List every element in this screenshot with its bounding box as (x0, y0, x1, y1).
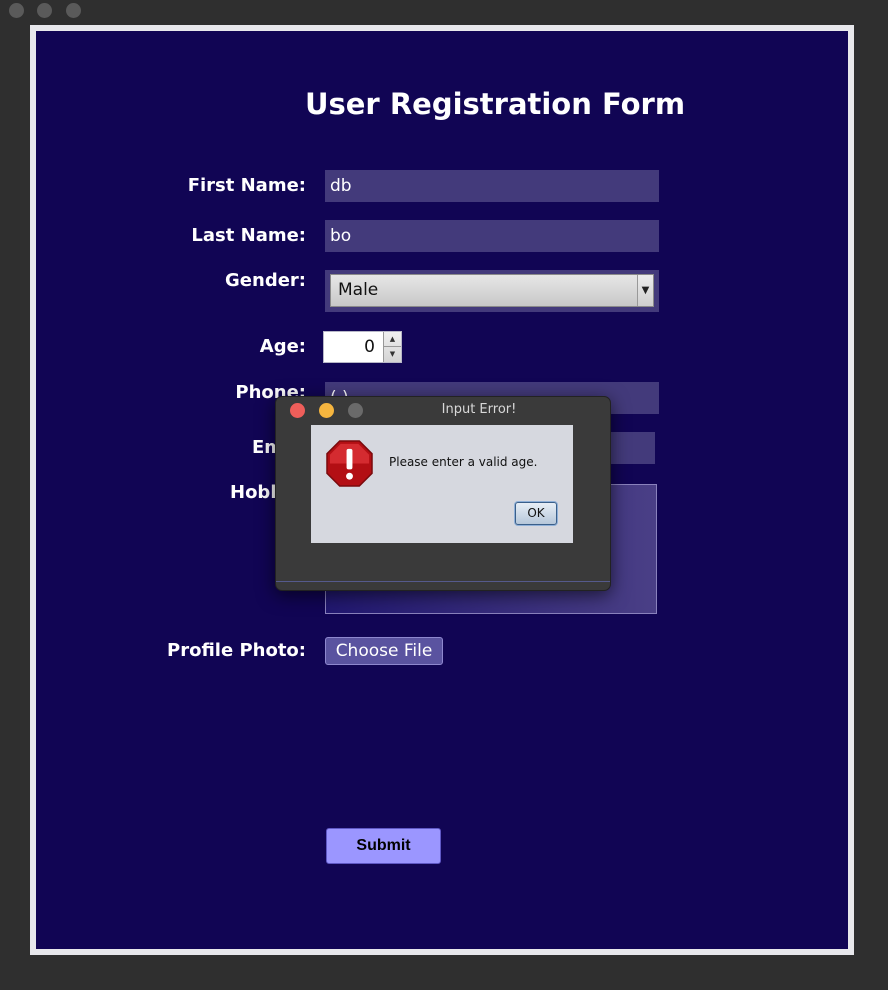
age-value[interactable]: 0 (324, 332, 383, 362)
window-zoom-dot[interactable] (66, 3, 81, 18)
chevron-down-icon[interactable]: ▼ (637, 275, 653, 306)
profile-photo-label: Profile Photo: (167, 640, 306, 661)
input-error-dialog: Input Error! Please enter a valid age. O… (275, 396, 611, 591)
dialog-title: Input Error! (441, 402, 517, 417)
ok-button[interactable]: OK (515, 502, 557, 525)
spinner-down-icon[interactable]: ▼ (384, 347, 401, 362)
form-title: User Registration Form (304, 87, 686, 121)
dialog-body: Please enter a valid age. OK (311, 425, 573, 543)
first-name-input[interactable]: db (325, 170, 659, 202)
last-name-label: Last Name: (191, 225, 306, 246)
submit-button[interactable]: Submit (326, 828, 441, 864)
error-stop-icon (326, 440, 373, 487)
last-name-input[interactable]: bo (325, 220, 659, 252)
dialog-divider (276, 581, 610, 582)
spinner-up-icon[interactable]: ▲ (384, 332, 401, 347)
window-minimize-dot[interactable] (37, 3, 52, 18)
age-spinner[interactable]: 0 ▲ ▼ (323, 331, 402, 363)
age-label: Age: (259, 336, 306, 357)
window-close-dot[interactable] (9, 3, 24, 18)
gender-select-container: Male ▼ (325, 270, 659, 312)
gender-select[interactable]: Male ▼ (330, 274, 654, 307)
gender-selected-value: Male (338, 280, 379, 300)
first-name-label: First Name: (187, 175, 306, 196)
gender-label: Gender: (225, 270, 306, 291)
dialog-message: Please enter a valid age. (389, 455, 538, 469)
age-spinner-buttons: ▲ ▼ (383, 332, 401, 362)
choose-file-button[interactable]: Choose File (325, 637, 443, 665)
